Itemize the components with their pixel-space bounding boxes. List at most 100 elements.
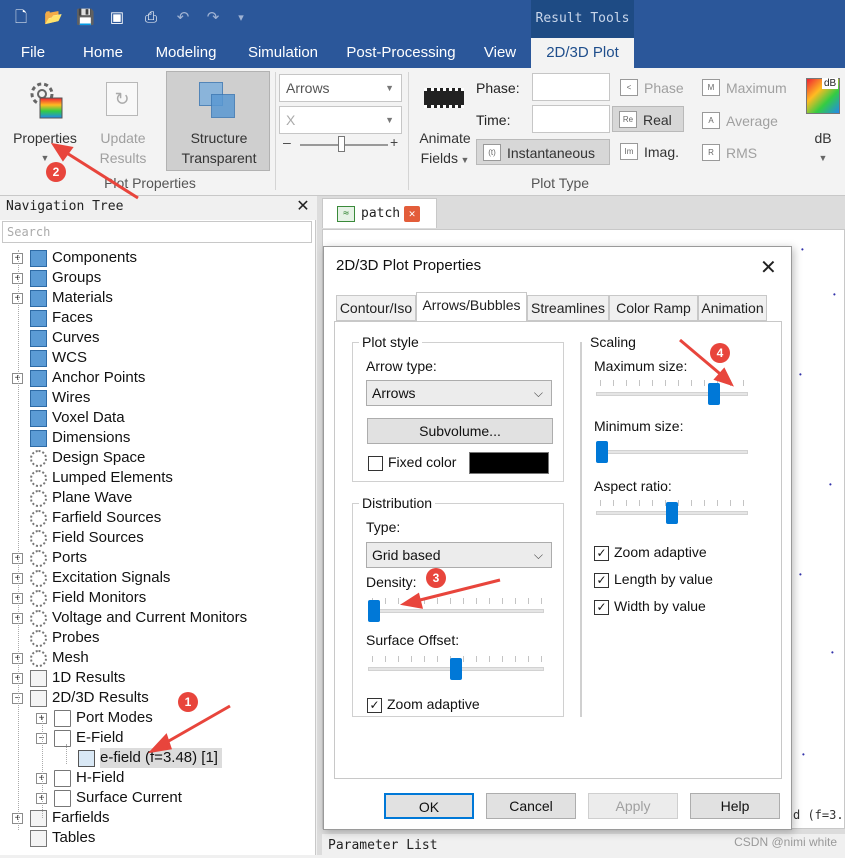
- tab-streamlines[interactable]: Streamlines: [527, 295, 609, 321]
- tab-simulation[interactable]: Simulation: [238, 38, 328, 68]
- tree-item-anchor-points[interactable]: Anchor Points: [52, 368, 149, 388]
- customize-toolbar-icon[interactable]: ▾: [232, 9, 250, 27]
- imag-option[interactable]: Im Imag.: [614, 139, 686, 165]
- tab-post-processing[interactable]: Post-Processing: [340, 38, 462, 68]
- maximum-size-slider[interactable]: [596, 392, 748, 396]
- tree-item-1d-results[interactable]: 1D Results: [52, 668, 129, 688]
- tree-item-design-space[interactable]: Design Space: [52, 448, 149, 468]
- tree-item-voxel-data[interactable]: Voxel Data: [52, 408, 129, 428]
- tree-item-curves[interactable]: Curves: [52, 328, 104, 348]
- maximum-option[interactable]: M Maximum: [696, 75, 796, 101]
- maximum-size-slider-thumb[interactable]: [708, 383, 720, 405]
- tree-item-2d-3d-results[interactable]: 2D/3D Results: [52, 688, 153, 708]
- tab-file[interactable]: File: [8, 38, 58, 68]
- ok-button[interactable]: OK: [384, 793, 474, 819]
- open-folder-icon[interactable]: 📂: [44, 9, 63, 27]
- tree-item-e-field[interactable]: E-Field: [76, 728, 128, 748]
- phase-option[interactable]: < Phase: [614, 75, 686, 101]
- tree-item-mesh[interactable]: Mesh: [52, 648, 93, 668]
- tree-item-field-monitors[interactable]: Field Monitors: [52, 588, 150, 608]
- slider-minus[interactable]: –: [283, 134, 291, 150]
- tree-item-probes[interactable]: Probes: [52, 628, 104, 648]
- tab-2d-3d-plot[interactable]: 2D/3D Plot: [531, 38, 634, 68]
- phase-input[interactable]: [532, 73, 610, 101]
- close-icon[interactable]: ✕: [760, 255, 777, 280]
- aspect-ratio-slider-thumb[interactable]: [666, 502, 678, 524]
- tab-modeling[interactable]: Modeling: [145, 38, 227, 68]
- zoom-adaptive-scaling-checkbox[interactable]: ✓: [594, 546, 609, 561]
- properties-button[interactable]: Properties: [6, 128, 84, 148]
- minimum-size-slider[interactable]: [596, 450, 748, 454]
- tab-view[interactable]: View: [474, 38, 526, 68]
- structure-transparent-button[interactable]: Structure Transparent: [166, 71, 270, 171]
- tree-item-components[interactable]: Components: [52, 248, 141, 268]
- cube-icon: [30, 370, 47, 387]
- tab-color-ramp[interactable]: Color Ramp: [609, 295, 698, 321]
- tree-item-field-sources[interactable]: Field Sources: [52, 528, 148, 548]
- tree-item-ports[interactable]: Ports: [52, 548, 91, 568]
- surface-offset-slider-thumb[interactable]: [450, 658, 462, 680]
- tree-item-lumped-elements[interactable]: Lumped Elements: [52, 468, 177, 488]
- close-icon[interactable]: ✕: [404, 206, 420, 222]
- density-slider-thumb[interactable]: [368, 600, 380, 622]
- tree-item-groups[interactable]: Groups: [52, 268, 105, 288]
- distribution-type-select[interactable]: Grid based ⌵: [366, 542, 552, 568]
- close-icon[interactable]: ✕: [294, 196, 312, 218]
- db-dropdown-icon[interactable]: ▼: [814, 148, 832, 168]
- tree-item-e-field-f-3-48-1[interactable]: e-field (f=3.48) [1]: [100, 748, 222, 768]
- tree-item-tables[interactable]: Tables: [52, 828, 99, 848]
- undo-icon[interactable]: ↶: [174, 9, 192, 27]
- film-strip-icon[interactable]: [424, 88, 464, 108]
- tree-item-h-field[interactable]: H-Field: [76, 768, 128, 788]
- ribbon-slider-thumb[interactable]: [338, 136, 345, 152]
- help-button[interactable]: Help: [690, 793, 780, 819]
- width-by-value-checkbox[interactable]: ✓: [594, 600, 609, 615]
- tab-arrows-bubbles[interactable]: Arrows/Bubbles: [416, 292, 527, 322]
- minimum-size-slider-thumb[interactable]: [596, 441, 608, 463]
- update-results-label-2: Results: [99, 150, 147, 166]
- fixed-color-checkbox[interactable]: [368, 456, 383, 471]
- tree-item-faces[interactable]: Faces: [52, 308, 97, 328]
- update-results-button[interactable]: Update Results: [88, 128, 158, 168]
- arrow-mode-combo[interactable]: Arrows ▼: [279, 74, 402, 102]
- arrow-type-select[interactable]: Arrows ⌵: [366, 380, 552, 406]
- tab-patch[interactable]: ≈ patch ✕: [322, 198, 437, 228]
- tree-item-materials[interactable]: Materials: [52, 288, 117, 308]
- instantaneous-option[interactable]: (t) Instantaneous: [476, 139, 610, 165]
- axis-combo[interactable]: X ▼: [279, 106, 402, 134]
- subvolume-button[interactable]: Subvolume...: [367, 418, 553, 444]
- apply-button[interactable]: Apply: [588, 793, 678, 819]
- properties-icon[interactable]: [26, 80, 66, 120]
- animate-fields-button[interactable]: Animate Fields ▼: [412, 128, 478, 170]
- tree-item-surface-current[interactable]: Surface Current: [76, 788, 186, 808]
- tree-item-farfields[interactable]: Farfields: [52, 808, 114, 828]
- tree-item-farfield-sources[interactable]: Farfield Sources: [52, 508, 165, 528]
- real-option[interactable]: Re Real: [612, 106, 684, 132]
- rms-option[interactable]: R RMS: [696, 140, 796, 166]
- tab-animation[interactable]: Animation: [698, 295, 767, 321]
- save-icon[interactable]: 💾: [76, 9, 95, 27]
- tree-item-voltage-and-current-monitors[interactable]: Voltage and Current Monitors: [52, 608, 251, 628]
- tree-item-plane-wave[interactable]: Plane Wave: [52, 488, 136, 508]
- fixed-color-swatch[interactable]: [469, 452, 549, 474]
- zoom-adaptive-distribution-checkbox[interactable]: ✓: [367, 698, 382, 713]
- search-input[interactable]: Search: [2, 221, 312, 243]
- tree-item-port-modes[interactable]: Port Modes: [76, 708, 157, 728]
- new-file-icon[interactable]: 🗋: [12, 9, 30, 27]
- tab-contour-iso[interactable]: Contour/Iso: [336, 295, 416, 321]
- cancel-button[interactable]: Cancel: [486, 793, 576, 819]
- tree-item-wires[interactable]: Wires: [52, 388, 94, 408]
- slider-plus[interactable]: +: [390, 134, 398, 150]
- db-button[interactable]: dB: [806, 128, 840, 148]
- tree-item-dimensions[interactable]: Dimensions: [52, 428, 134, 448]
- time-input[interactable]: [532, 105, 610, 133]
- tree-item-wcs[interactable]: WCS: [52, 348, 91, 368]
- length-by-value-checkbox[interactable]: ✓: [594, 573, 609, 588]
- tab-home[interactable]: Home: [72, 38, 134, 68]
- save-all-icon[interactable]: ▣: [108, 9, 126, 27]
- density-slider[interactable]: [368, 609, 544, 613]
- tree-item-excitation-signals[interactable]: Excitation Signals: [52, 568, 174, 588]
- print-icon[interactable]: ⎙: [142, 9, 160, 27]
- average-option[interactable]: A Average: [696, 108, 796, 134]
- redo-icon[interactable]: ↷: [204, 9, 222, 27]
